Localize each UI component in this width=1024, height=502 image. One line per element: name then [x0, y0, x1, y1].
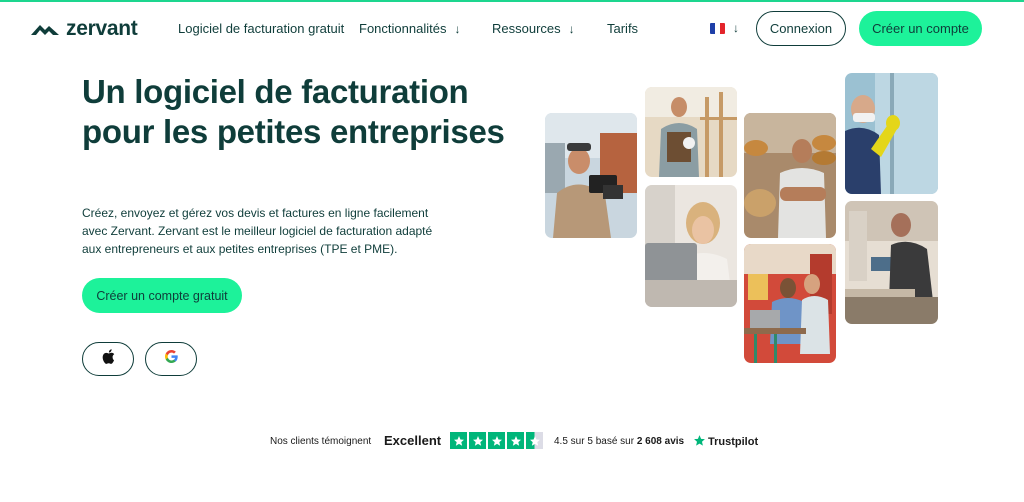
- hero-title: Un logiciel de facturation pour les peti…: [82, 73, 505, 150]
- google-play-button[interactable]: [145, 342, 197, 376]
- nav-item-logiciel[interactable]: Logiciel de facturation gratuit: [178, 21, 344, 36]
- star-icon: [469, 432, 486, 449]
- france-flag-icon: [710, 22, 725, 34]
- zervant-logo-icon: [30, 20, 60, 38]
- nav-item-label: Tarifs: [607, 21, 639, 36]
- star-rating: [450, 432, 543, 449]
- clients-label: Nos clients témoignent: [270, 436, 372, 447]
- arrow-down-icon: ↓: [568, 21, 575, 36]
- photo-cafe-laptop: [744, 244, 836, 363]
- arrow-down-icon: ↓: [733, 21, 739, 35]
- trustpilot-star-icon: [693, 434, 706, 450]
- signup-button[interactable]: Créer un compte: [859, 11, 982, 46]
- photo-baker: [744, 113, 836, 238]
- nav-item-label: Logiciel de facturation gratuit: [178, 21, 345, 36]
- site-header: zervant Logiciel de facturation gratuit …: [0, 2, 1024, 56]
- rating-summary: 4.5 sur 5 basé sur 2 608 avis: [554, 436, 684, 447]
- trustpilot-bar: Nos clients témoignent Excellent 4.5 sur…: [0, 432, 1024, 452]
- nav-item-tarifs[interactable]: Tarifs: [607, 21, 638, 36]
- language-selector[interactable]: ↓: [710, 21, 739, 35]
- nav-item-label: Fonctionnalités: [359, 21, 447, 36]
- star-icon: [507, 432, 524, 449]
- photo-electronics-repair: [845, 201, 938, 324]
- star-icon: [450, 432, 467, 449]
- apple-store-button[interactable]: [82, 342, 134, 376]
- logo[interactable]: zervant: [30, 17, 138, 41]
- photo-construction-worker: [645, 87, 737, 177]
- rating-prefix: 4.5 sur 5 basé sur: [554, 436, 635, 447]
- login-button[interactable]: Connexion: [756, 11, 846, 46]
- star-icon: [488, 432, 505, 449]
- hero-description: Créez, envoyez et gérez vos devis et fac…: [82, 206, 433, 256]
- create-free-account-button[interactable]: Créer un compte gratuit: [82, 278, 242, 313]
- logo-text: zervant: [66, 17, 138, 40]
- google-icon: [164, 350, 178, 368]
- trustpilot-link[interactable]: Trustpilot: [693, 434, 758, 450]
- nav-item-ressources[interactable]: Ressources ↓: [492, 21, 575, 36]
- half-star-icon: [526, 432, 543, 449]
- review-count: 2 608 avis: [636, 436, 685, 447]
- trustpilot-label: Trustpilot: [708, 436, 759, 448]
- photo-videographer: [545, 113, 637, 238]
- nav-item-fonctionnalites[interactable]: Fonctionnalités ↓: [359, 21, 460, 36]
- apple-icon: [102, 349, 115, 369]
- rating-word: Excellent: [384, 433, 442, 448]
- nav-item-label: Ressources: [492, 21, 561, 36]
- photo-worker-mask: [845, 73, 938, 194]
- photo-woman-laptop: [645, 185, 737, 307]
- arrow-down-icon: ↓: [454, 21, 461, 36]
